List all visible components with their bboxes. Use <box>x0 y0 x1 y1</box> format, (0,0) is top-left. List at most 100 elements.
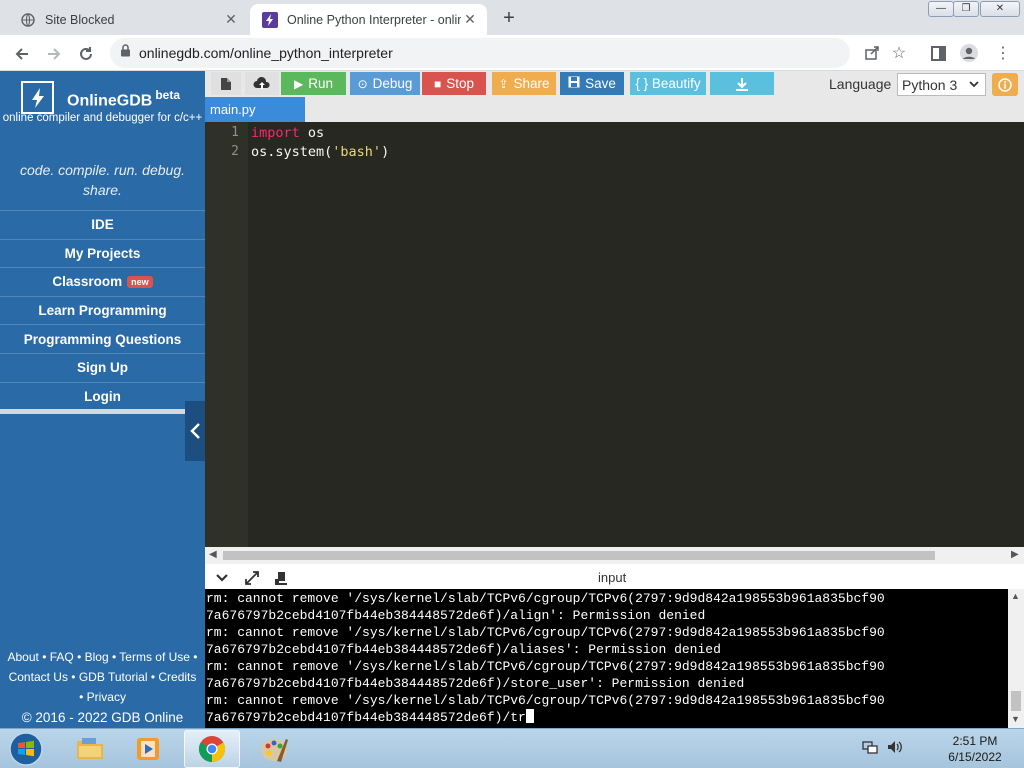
collapse-sidebar-button[interactable] <box>185 401 205 461</box>
close-tab-icon[interactable]: ✕ <box>461 11 479 29</box>
share-page-icon[interactable] <box>861 42 883 64</box>
terminal-cursor <box>525 709 534 723</box>
footer-links-2[interactable]: Contact Us • GDB Tutorial • Credits <box>0 667 205 687</box>
share-button[interactable]: ⇪ Share <box>492 72 556 95</box>
file-tab-main-py[interactable]: main.py <box>205 97 305 122</box>
tagline: code. compile. run. debug. share. <box>20 162 185 198</box>
sidebar-menu: IDE My Projects Classroom new Learn Progr… <box>0 210 205 410</box>
file-explorer-taskbar-item[interactable] <box>62 730 118 768</box>
debug-button[interactable]: ⊙ Debug <box>350 72 420 95</box>
stop-button[interactable]: ■ Stop <box>422 72 486 95</box>
language-select[interactable]: Python 3 <box>897 73 986 96</box>
browser-menu-icon[interactable]: ⋮ <box>992 42 1014 64</box>
start-button[interactable] <box>4 730 48 768</box>
scroll-right-icon[interactable]: ▶ <box>1011 549 1019 560</box>
terminal-text: 7a676797b2cebd4107fb44eb384448572de6f)/t… <box>206 710 526 725</box>
profile-avatar-icon[interactable] <box>958 42 980 64</box>
sidebar-item-login[interactable]: Login <box>0 381 205 411</box>
sidebar: OnlineGDB beta online compiler and debugg… <box>0 71 205 728</box>
chrome-taskbar-item[interactable] <box>184 730 240 768</box>
windows-taskbar: 2:51 PM 6/15/2022 <box>0 728 1024 768</box>
chevron-left-icon <box>190 423 200 439</box>
scroll-left-icon[interactable]: ◀ <box>209 549 217 560</box>
code-line-1[interactable]: import os <box>251 125 324 141</box>
address-bar[interactable]: onlinegdb.com/online_python_interpreter <box>110 38 850 68</box>
paint-palette-icon <box>261 739 288 762</box>
sidebar-item-classroom[interactable]: Classroom new <box>0 267 205 296</box>
minimize-icon[interactable]: — <box>928 1 954 17</box>
media-player-taskbar-item[interactable] <box>120 730 176 768</box>
download-button[interactable] <box>710 72 774 95</box>
beta-label: beta <box>155 88 181 102</box>
scrollbar-thumb[interactable] <box>1011 691 1021 711</box>
sidebar-item-label: Learn Programming <box>38 303 167 319</box>
tab-title: Site Blocked <box>45 12 115 27</box>
tab-site-blocked[interactable]: Site Blocked ✕ <box>8 4 248 35</box>
forward-icon[interactable] <box>41 41 67 67</box>
stop-label: Stop <box>446 76 475 91</box>
logo[interactable]: OnlineGDB beta online compiler and debugg… <box>0 71 205 153</box>
sidebar-item-ide[interactable]: IDE <box>0 210 205 239</box>
chevron-down-icon[interactable] <box>214 570 230 586</box>
line-number: 2 <box>231 144 239 159</box>
taskbar-clock[interactable]: 2:51 PM 6/15/2022 <box>930 733 1020 765</box>
brand-subtitle: online compiler and debugger for c/c++ <box>2 112 203 124</box>
scroll-down-icon[interactable]: ▼ <box>1011 714 1020 724</box>
share-icon: ⇪ <box>498 76 509 91</box>
tab-online-python[interactable]: Online Python Interpreter - online ✕ <box>250 4 487 35</box>
clear-console-icon[interactable] <box>273 570 289 586</box>
restore-icon[interactable]: ❐ <box>953 1 979 17</box>
info-button[interactable] <box>992 73 1018 96</box>
line-number: 1 <box>231 125 239 140</box>
debug-clock-icon: ⊙ <box>357 76 368 91</box>
terminal-line-last: 7a676797b2cebd4107fb44eb384448572de6f)/t… <box>206 709 1008 726</box>
terminal-vertical-scrollbar[interactable]: ▲ ▼ <box>1008 589 1024 728</box>
new-tab-button[interactable]: + <box>497 7 521 29</box>
output-terminal[interactable]: rm: cannot remove '/sys/kernel/slab/TCPv… <box>205 589 1008 728</box>
system-tray <box>862 739 904 755</box>
sidebar-item-my-projects[interactable]: My Projects <box>0 238 205 268</box>
back-icon[interactable] <box>9 41 35 67</box>
upload-button[interactable] <box>245 72 279 95</box>
expand-icon[interactable] <box>244 570 260 586</box>
side-panel-icon[interactable] <box>927 42 949 64</box>
new-file-button[interactable] <box>211 72 241 95</box>
browser-tab-bar: Site Blocked ✕ Online Python Interpreter… <box>0 0 1024 35</box>
terminal-line: rm: cannot remove '/sys/kernel/slab/TCPv… <box>206 591 885 606</box>
save-button[interactable]: Save <box>560 72 624 95</box>
sidebar-item-learn-programming[interactable]: Learn Programming <box>0 295 205 325</box>
editor-horizontal-scrollbar[interactable]: ◀ ▶ <box>205 547 1024 564</box>
footer-links-3[interactable]: • Privacy <box>0 687 205 707</box>
floppy-save-icon <box>568 76 580 91</box>
brand-text: OnlineGDB <box>67 92 153 110</box>
scroll-up-icon[interactable]: ▲ <box>1011 591 1020 601</box>
code-text: os.system( <box>251 144 333 160</box>
run-button[interactable]: ▶ Run <box>281 72 346 95</box>
file-tab-bar: main.py <box>205 97 1024 122</box>
code-text: os <box>299 125 325 141</box>
reload-icon[interactable] <box>73 41 99 67</box>
language-value: Python 3 <box>902 76 958 93</box>
keyword-import: import <box>251 125 300 141</box>
terminal-line: rm: cannot remove '/sys/kernel/slab/TCPv… <box>206 693 885 708</box>
debug-label: Debug <box>372 76 413 91</box>
footer-links-1[interactable]: About • FAQ • Blog • Terms of Use • <box>0 647 205 667</box>
beautify-button[interactable]: { } Beautify <box>630 72 706 95</box>
code-line-2[interactable]: os.system('bash') <box>251 144 389 160</box>
sidebar-item-sign-up[interactable]: Sign Up <box>0 352 205 382</box>
lock-icon <box>120 44 131 62</box>
paint-taskbar-item[interactable] <box>246 730 302 768</box>
terminal-line: 7a676797b2cebd4107fb44eb384448572de6f)/a… <box>206 642 721 657</box>
bookmark-star-icon[interactable]: ☆ <box>888 42 910 64</box>
scrollbar-thumb[interactable] <box>223 551 935 560</box>
file-icon <box>221 77 231 90</box>
volume-icon[interactable] <box>886 739 904 755</box>
sidebar-item-programming-questions[interactable]: Programming Questions <box>0 324 205 353</box>
close-tab-icon[interactable]: ✕ <box>222 11 240 29</box>
network-icon[interactable] <box>862 739 878 755</box>
code-editor[interactable]: 1 2 import os os.system('bash') <box>205 122 1024 547</box>
close-window-icon[interactable]: ✕ <box>980 1 1020 17</box>
tab-title: Online Python Interpreter - online <box>287 12 461 27</box>
ide-toolbar: ▶ Run ⊙ Debug ■ Stop ⇪ Share Save { } Beauti… <box>205 71 1024 97</box>
stop-square-icon: ■ <box>433 76 442 91</box>
